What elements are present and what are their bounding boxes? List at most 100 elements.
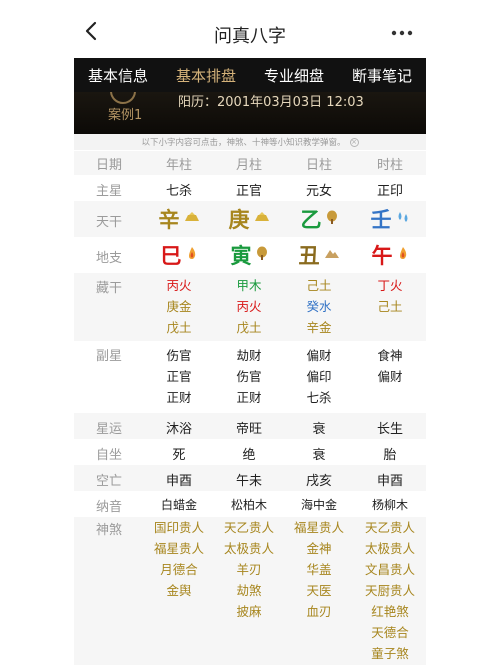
stem-hour[interactable]: 壬 <box>371 204 392 234</box>
shensha-item[interactable]: 天厨贵人 <box>354 580 426 601</box>
sub-star[interactable]: 正财 <box>144 387 214 408</box>
sub-stars-month: 劫财 伤官 正财 <box>214 345 284 408</box>
hidden-stem[interactable]: 辛金 <box>284 317 354 338</box>
hidden-stem[interactable]: 甲木 <box>214 275 284 296</box>
hint-bar: 以下小字内容可点击，神煞、十神等小知识教学弹窗。 × <box>74 134 426 150</box>
hidden-stems-month: 甲木 丙火 戊土 <box>214 275 284 338</box>
void-hour[interactable]: 申酉 <box>354 470 426 489</box>
shensha-item[interactable]: 华盖 <box>284 559 354 580</box>
row-nayin: 纳音 白蜡金 松柏木 海中金 杨柳木 <box>74 491 426 517</box>
shensha-day: 福星贵人 金神 华盖 天医 血刃 <box>284 517 354 622</box>
water-drop-icon <box>396 211 410 227</box>
hidden-stem[interactable]: 庚金 <box>144 296 214 317</box>
metal-ingot-icon <box>254 211 270 227</box>
star-fortune-year[interactable]: 沐浴 <box>144 418 214 437</box>
hidden-stem[interactable]: 戊土 <box>144 317 214 338</box>
hidden-stem[interactable]: 癸水 <box>284 296 354 317</box>
shensha-item[interactable]: 天乙贵人 <box>214 517 284 538</box>
star-fortune-day[interactable]: 衰 <box>284 418 354 437</box>
nayin-hour[interactable]: 杨柳木 <box>354 496 426 513</box>
shensha-item[interactable]: 国印贵人 <box>144 517 214 538</box>
row-label-date: 日期 <box>95 158 122 173</box>
self-seat-month[interactable]: 绝 <box>214 444 284 463</box>
nayin-day[interactable]: 海中金 <box>284 496 354 513</box>
sub-star[interactable]: 正官 <box>144 366 214 387</box>
close-icon[interactable]: × <box>349 137 359 147</box>
branch-hour-cell: 午 <box>354 237 426 273</box>
shensha-item[interactable]: 天德合 <box>354 622 426 643</box>
row-label-star-fortune: 星运 <box>95 422 122 437</box>
sub-star[interactable]: 偏财 <box>284 345 354 366</box>
star-fortune-hour[interactable]: 长生 <box>354 418 426 437</box>
void-day[interactable]: 戌亥 <box>284 470 354 489</box>
row-main-star: 主星 七杀 正官 元女 正印 <box>74 175 426 201</box>
tab-professional-chart[interactable]: 专业细盘 <box>250 58 338 92</box>
main-star-day[interactable]: 元女 <box>284 180 354 199</box>
shensha-item[interactable]: 福星贵人 <box>284 517 354 538</box>
shensha-item[interactable]: 文昌贵人 <box>354 559 426 580</box>
shensha-item[interactable]: 金舆 <box>144 580 214 601</box>
self-seat-hour[interactable]: 胎 <box>354 444 426 463</box>
case-name[interactable]: 案例1 <box>108 104 142 123</box>
void-month[interactable]: 午未 <box>214 470 284 489</box>
stem-day[interactable]: 乙 <box>301 204 322 234</box>
hidden-stem[interactable]: 丙火 <box>214 296 284 317</box>
sub-stars-hour: 食神 偏财 <box>354 345 426 387</box>
row-void: 空亡 申酉 午未 戌亥 申酉 <box>74 465 426 491</box>
main-star-hour[interactable]: 正印 <box>354 180 426 199</box>
stem-month[interactable]: 庚 <box>229 204 250 234</box>
branch-year[interactable]: 巳 <box>161 240 182 270</box>
shensha-item[interactable]: 红艳煞 <box>354 601 426 622</box>
branch-month[interactable]: 寅 <box>231 240 252 270</box>
self-seat-year[interactable]: 死 <box>144 444 214 463</box>
hidden-stem[interactable]: 己土 <box>284 275 354 296</box>
nayin-month[interactable]: 松柏木 <box>214 496 284 513</box>
wood-icon <box>326 210 338 228</box>
row-label-main-star: 主星 <box>95 184 122 199</box>
tab-basic-chart[interactable]: 基本排盘 <box>162 58 250 92</box>
sub-star[interactable]: 伤官 <box>214 366 284 387</box>
shensha-item[interactable]: 月德合 <box>144 559 214 580</box>
page-title: 问真八字 <box>214 26 286 47</box>
nayin-year[interactable]: 白蜡金 <box>144 496 214 513</box>
hidden-stem[interactable]: 己土 <box>354 296 426 317</box>
self-seat-day[interactable]: 衰 <box>284 444 354 463</box>
shensha-item[interactable]: 羊刃 <box>214 559 284 580</box>
tab-basic-info[interactable]: 基本信息 <box>74 58 162 92</box>
shensha-item[interactable]: 劫煞 <box>214 580 284 601</box>
star-fortune-month[interactable]: 帝旺 <box>214 418 284 437</box>
top-nav-bar: 问真八字 <box>0 0 500 58</box>
stem-year-cell: 辛 <box>144 201 214 237</box>
branch-hour[interactable]: 午 <box>372 240 393 270</box>
stem-year[interactable]: 辛 <box>159 204 180 234</box>
shensha-item[interactable]: 太极贵人 <box>214 538 284 559</box>
shensha-item[interactable]: 福星贵人 <box>144 538 214 559</box>
hidden-stem[interactable]: 丙火 <box>144 275 214 296</box>
shensha-item[interactable]: 金神 <box>284 538 354 559</box>
main-star-month[interactable]: 正官 <box>214 180 284 199</box>
hidden-stem[interactable]: 丁火 <box>354 275 426 296</box>
tab-notes[interactable]: 断事笔记 <box>338 58 426 92</box>
row-label-heavenly-stems: 天干 <box>95 215 122 230</box>
more-options-icon[interactable] <box>388 20 418 42</box>
row-label-hidden-stems: 藏干 <box>95 281 122 296</box>
main-star-year[interactable]: 七杀 <box>144 180 214 199</box>
row-label-void: 空亡 <box>95 474 122 489</box>
sub-star[interactable]: 七杀 <box>284 387 354 408</box>
branch-day[interactable]: 丑 <box>299 240 320 270</box>
hidden-stem[interactable]: 戊土 <box>214 317 284 338</box>
sub-star[interactable]: 偏财 <box>354 366 426 387</box>
sub-star[interactable]: 正财 <box>214 387 284 408</box>
sub-star[interactable]: 劫财 <box>214 345 284 366</box>
void-year[interactable]: 申酉 <box>144 470 214 489</box>
hidden-stems-day: 己土 癸水 辛金 <box>284 275 354 338</box>
shensha-item[interactable]: 天医 <box>284 580 354 601</box>
shensha-item[interactable]: 血刃 <box>284 601 354 622</box>
shensha-item[interactable]: 天乙贵人 <box>354 517 426 538</box>
shensha-item[interactable]: 童子煞 <box>354 643 426 664</box>
sub-star[interactable]: 食神 <box>354 345 426 366</box>
shensha-item[interactable]: 披麻 <box>214 601 284 622</box>
sub-star[interactable]: 伤官 <box>144 345 214 366</box>
sub-star[interactable]: 偏印 <box>284 366 354 387</box>
shensha-item[interactable]: 太极贵人 <box>354 538 426 559</box>
